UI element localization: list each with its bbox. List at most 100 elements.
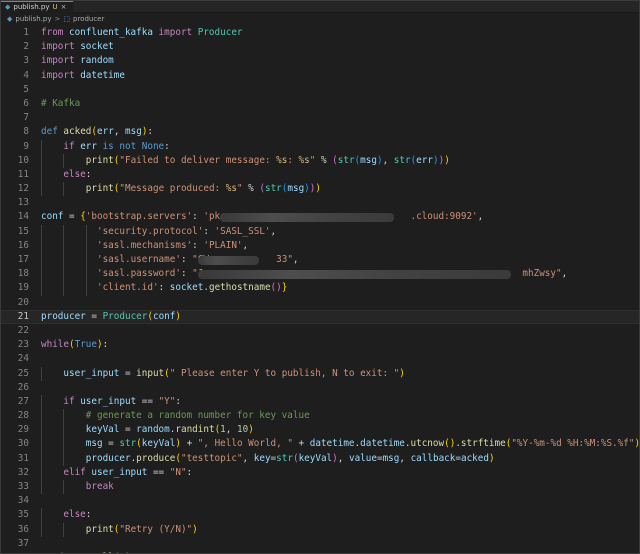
line-number: 36: [17, 523, 29, 535]
code-line[interactable]: 4 import datetime: [1, 69, 639, 83]
code-token: :: [158, 282, 170, 294]
code-token: err: [97, 126, 114, 138]
code-token: input: [136, 367, 165, 379]
code-token: utcnow: [410, 438, 445, 450]
code-line[interactable]: 27 if user_input == "Y":: [1, 394, 639, 410]
code-token: datetime: [360, 438, 405, 450]
code-line[interactable]: 29 keyVal = random.randint(1, 10): [1, 423, 639, 438]
code-text: def acked(err, msg):: [41, 125, 153, 139]
code-line[interactable]: 11 else:: [1, 167, 639, 183]
code-token: ,: [113, 126, 126, 138]
line-number: 13: [17, 197, 29, 209]
code-line[interactable]: 35 else:: [1, 508, 639, 523]
code-line[interactable]: 21 producer = Producer(conf): [1, 309, 639, 324]
code-line[interactable]: 14 conf = {'bootstrap.servers': 'pkc- .cl…: [1, 210, 639, 224]
code-line[interactable]: 28 # generate a random number for key va…: [1, 409, 639, 424]
line-number: 33: [17, 481, 29, 492]
code-line[interactable]: 18 'sasl.password': "J mhZwsy",: [1, 267, 639, 282]
code-token: True: [74, 339, 97, 351]
code-editor[interactable]: 1 from confluent_kafka import Producer 2 im…: [1, 25, 639, 553]
code-token: ", Hello World, ": [197, 438, 293, 450]
code-line[interactable]: 17 'sasl.username': "CW 33",: [1, 253, 639, 268]
code-line[interactable]: 36 print("Retry (Y/N)"): [1, 522, 639, 537]
code-token: %s: [225, 183, 237, 195]
code-token: err: [74, 140, 97, 152]
code-line[interactable]: 5: [1, 83, 639, 97]
line-number: 18: [17, 268, 29, 280]
code-token: random: [74, 55, 114, 67]
line-number: 7: [23, 112, 29, 124]
code-token: =: [102, 438, 120, 450]
close-tab-icon[interactable]: ×: [61, 3, 67, 11]
code-token: 'client.id': [96, 282, 159, 294]
code-token: "Message produced:: [119, 183, 226, 195]
code-token: str: [393, 154, 411, 166]
code-line[interactable]: 22: [1, 324, 639, 338]
code-line[interactable]: 25 user_input = input(" Please enter Y t…: [1, 366, 639, 381]
code-token: msg: [360, 154, 377, 166]
code-line[interactable]: 20: [1, 296, 639, 310]
code-line[interactable]: 2 import socket: [1, 40, 639, 54]
code-token: ==: [136, 395, 159, 407]
code-line[interactable]: 26: [1, 381, 639, 395]
code-line[interactable]: 13: [1, 196, 639, 210]
line-number: 17: [17, 254, 29, 265]
code-line[interactable]: 3 import random: [1, 54, 639, 68]
code-line[interactable]: 8 def acked(err, msg):: [1, 125, 639, 139]
tab-git-status: U: [52, 3, 58, 11]
code-line[interactable]: 6 # Kafka: [1, 97, 639, 111]
code-line[interactable]: 1 from confluent_kafka import Producer: [1, 26, 639, 40]
code-token: ,: [561, 268, 568, 280]
code-line[interactable]: 37: [1, 537, 639, 551]
code-line[interactable]: 7: [1, 111, 639, 125]
redacted-secret: [220, 213, 394, 223]
line-number: 29: [17, 424, 29, 436]
code-token: "Retry (Y/N)": [119, 523, 193, 535]
code-token: user_input: [85, 466, 148, 478]
python-file-icon: ◆: [5, 3, 11, 11]
code-line[interactable]: 34: [1, 494, 639, 508]
line-number: 3: [23, 55, 29, 67]
code-token: ): [315, 183, 321, 195]
code-token: str: [276, 452, 293, 464]
code-token: =: [119, 367, 137, 379]
breadcrumb-file[interactable]: publish.py: [15, 15, 51, 23]
code-line[interactable]: 9 if err is not None:: [1, 139, 639, 154]
code-line[interactable]: 12 print("Message produced: %s" % (str(m…: [1, 182, 639, 197]
code-token: ,: [337, 452, 349, 464]
tab-publish-py[interactable]: ◆ publish.py U ×: [1, 1, 73, 13]
code-text: while(True):: [41, 338, 108, 352]
code-token: acked: [460, 452, 489, 464]
code-token: msg: [125, 126, 142, 138]
code-text: msg = str(keyVal) + ", Hello World, " + …: [41, 437, 639, 451]
code-line[interactable]: 32 elif user_input == "N":: [1, 465, 639, 480]
code-line[interactable]: 31 producer.produce("testtopic", key=str…: [1, 451, 639, 466]
code-token: :: [180, 254, 193, 265]
code-token: ): [444, 154, 450, 166]
code-line[interactable]: 30 msg = str(keyVal) + ", Hello World, "…: [1, 437, 639, 452]
line-number: 19: [17, 282, 29, 294]
code-line[interactable]: 24: [1, 352, 639, 366]
code-line[interactable]: 10 print("Failed to deliver message: %s:…: [1, 153, 639, 168]
code-text: else:: [41, 168, 91, 182]
code-line[interactable]: 16 'sasl.mechanisms': 'PLAIN',: [1, 238, 639, 253]
code-text: import datetime: [41, 69, 125, 83]
code-line[interactable]: 15 'security.protocol': 'SASL_SSL',: [1, 224, 639, 239]
code-token: mhZwsy": [522, 268, 562, 280]
code-text: print("Retry (Y/N)"): [41, 523, 198, 537]
code-token: socket: [169, 282, 204, 294]
code-token: (): [270, 282, 282, 294]
code-text: if err is not None:: [41, 140, 169, 154]
breadcrumb: ◆ publish.py > ⬚ producer: [1, 13, 639, 25]
code-line[interactable]: 33 break: [1, 480, 639, 495]
code-text: elif user_input == "N":: [41, 466, 192, 480]
breadcrumb-symbol[interactable]: producer: [73, 15, 104, 23]
code-token: is not: [96, 140, 137, 152]
code-token: :: [85, 509, 92, 521]
code-line[interactable]: 23 while(True):: [1, 338, 639, 352]
code-line[interactable]: 19 'client.id': socket.gethostname()}: [1, 281, 639, 296]
code-token: 'PLAIN': [203, 239, 243, 251]
line-number: 35: [17, 509, 29, 521]
